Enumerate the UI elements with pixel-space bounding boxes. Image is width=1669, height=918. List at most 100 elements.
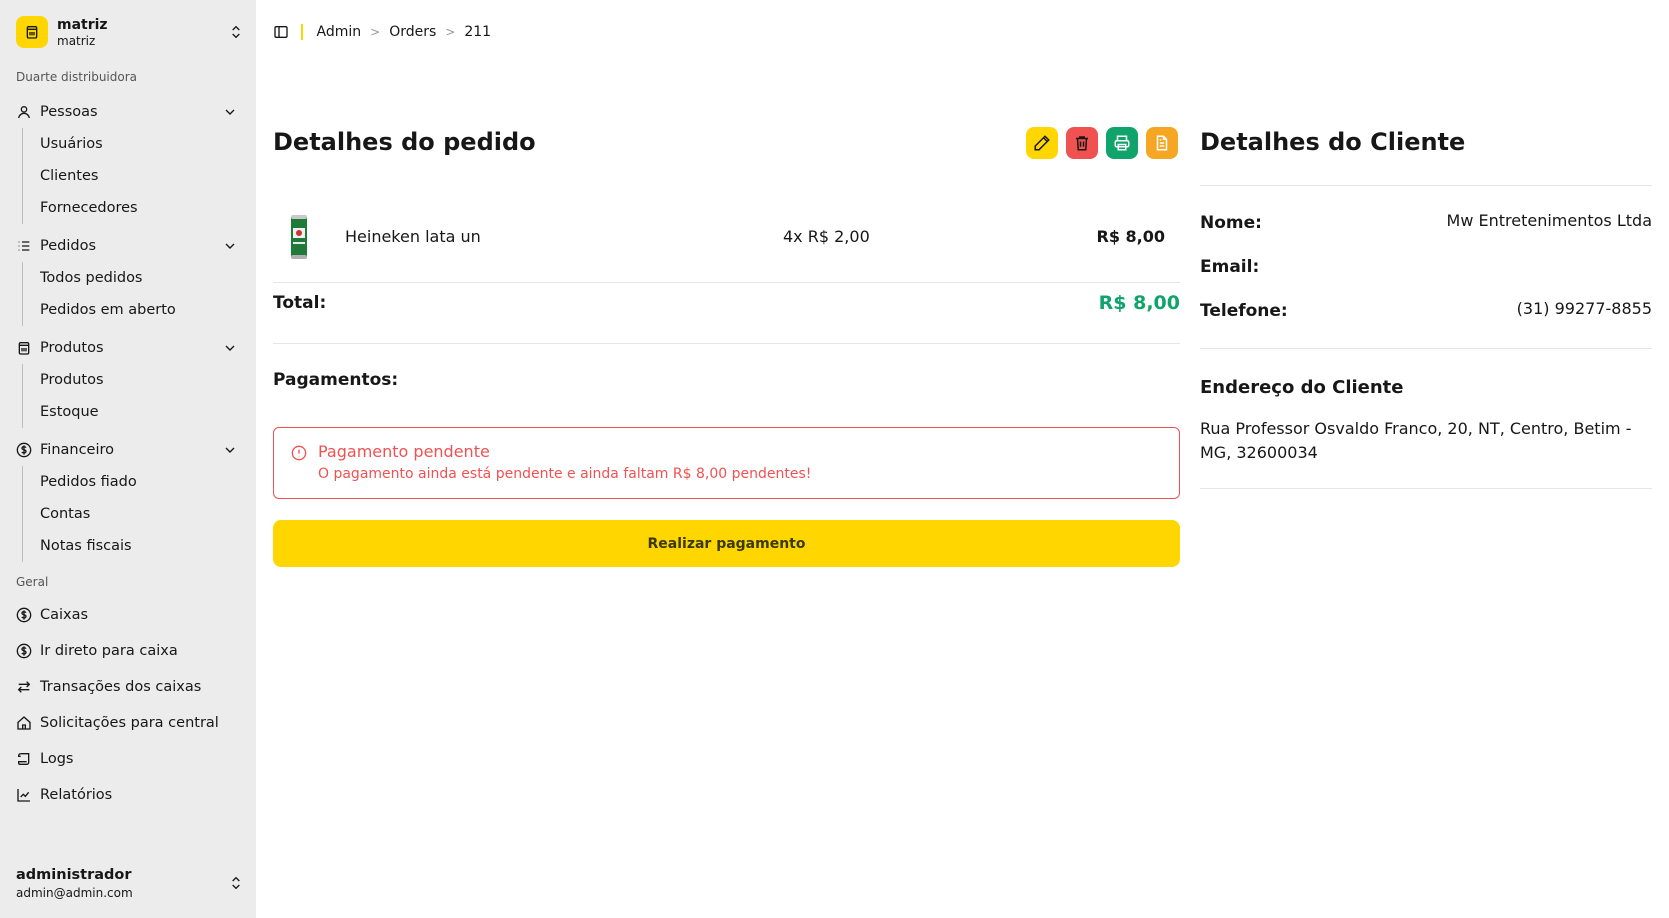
subnav-pessoas: Usuários Clientes Fornecedores bbox=[22, 128, 242, 224]
dollar-circle-icon bbox=[16, 442, 32, 458]
chevron-down-icon bbox=[225, 243, 235, 249]
chevrons-up-down-icon bbox=[232, 876, 240, 890]
total-value: R$ 8,00 bbox=[1098, 292, 1180, 314]
sidebar-item-fornecedores[interactable]: Fornecedores bbox=[23, 192, 242, 224]
alert-title: Pagamento pendente bbox=[318, 442, 490, 461]
sidebar-item-contas[interactable]: Contas bbox=[23, 498, 242, 530]
breadcrumb: Admin > Orders > 211 bbox=[273, 22, 491, 42]
breadcrumb-admin[interactable]: Admin bbox=[317, 24, 362, 40]
nav-group-produtos[interactable]: Produtos bbox=[10, 334, 242, 362]
section-label-company: Duarte distribuidora bbox=[16, 70, 138, 84]
order-item-row: Heineken lata un 4x R$ 2,00 R$ 8,00 bbox=[273, 208, 1180, 268]
sidebar-item-label: Transações dos caixas bbox=[40, 679, 202, 695]
file-text-icon bbox=[1156, 135, 1168, 151]
chart-icon bbox=[16, 787, 32, 803]
payment-pending-alert: Pagamento pendente O pagamento ainda est… bbox=[273, 427, 1180, 499]
make-payment-button[interactable]: Realizar pagamento bbox=[273, 520, 1180, 567]
edit-button[interactable] bbox=[1026, 127, 1058, 159]
client-title: Detalhes do Cliente bbox=[1200, 128, 1466, 156]
sidebar-item-notas-fiscais[interactable]: Notas fiscais bbox=[23, 530, 242, 562]
client-name-value: Mw Entretenimentos Ltda bbox=[1446, 211, 1652, 230]
item-name: Heineken lata un bbox=[345, 227, 481, 246]
subnav-financeiro: Pedidos fiado Contas Notas fiscais bbox=[22, 466, 242, 562]
breadcrumb-orders[interactable]: Orders bbox=[389, 24, 436, 40]
client-name-label: Nome: bbox=[1200, 213, 1262, 233]
chevron-right-icon: > bbox=[445, 25, 456, 39]
nav-group-pessoas[interactable]: Pessoas bbox=[10, 98, 242, 126]
sidebar: matriz matriz Duarte distribuidora Pesso… bbox=[0, 0, 256, 918]
client-phone-label: Telefone: bbox=[1200, 301, 1288, 321]
nav-group-financeiro[interactable]: Financeiro bbox=[10, 436, 242, 464]
sidebar-item-pedidos-fiado[interactable]: Pedidos fiado bbox=[23, 466, 242, 498]
store-logo bbox=[16, 16, 48, 48]
subnav-produtos: Produtos Estoque bbox=[22, 364, 242, 428]
invoice-button[interactable] bbox=[1146, 127, 1178, 159]
divider bbox=[1200, 185, 1652, 186]
arrows-left-right-icon bbox=[16, 679, 32, 695]
chevrons-up-down-icon bbox=[232, 25, 240, 39]
sidebar-item-solicitacoes-para-central[interactable]: Solicitações para central bbox=[10, 709, 242, 737]
sidebar-item-pedidos-em-aberto[interactable]: Pedidos em aberto bbox=[23, 294, 242, 326]
chevron-down-icon bbox=[225, 345, 235, 351]
sidebar-item-produtos[interactable]: Produtos bbox=[23, 364, 242, 396]
chevron-down-icon bbox=[225, 447, 235, 453]
divider bbox=[273, 343, 1180, 344]
sidebar-item-logs[interactable]: Logs bbox=[10, 745, 242, 773]
sidebar-item-ir-direto-para-caixa[interactable]: Ir direto para caixa bbox=[10, 637, 242, 665]
list-icon bbox=[16, 238, 32, 254]
chevron-right-icon: > bbox=[370, 25, 381, 39]
home-icon bbox=[16, 715, 32, 731]
user-icon bbox=[16, 104, 32, 120]
client-phone-value: (31) 99277-8855 bbox=[1516, 299, 1652, 318]
sidebar-item-label: Solicitações para central bbox=[40, 715, 219, 731]
breadcrumb-current: 211 bbox=[464, 24, 492, 40]
scroll-icon bbox=[16, 751, 32, 767]
payments-label: Pagamentos: bbox=[273, 370, 399, 390]
sidebar-item-label: Ir direto para caixa bbox=[40, 643, 178, 659]
divider bbox=[1200, 488, 1652, 489]
user-email: admin@admin.com bbox=[16, 885, 133, 900]
order-actions bbox=[1026, 127, 1178, 159]
divider bbox=[273, 282, 1180, 283]
nav-group-label: Financeiro bbox=[40, 442, 115, 458]
sidebar-item-todos-pedidos[interactable]: Todos pedidos bbox=[23, 262, 242, 294]
sidebar-item-label: Caixas bbox=[40, 607, 89, 623]
client-email-label: Email: bbox=[1200, 257, 1260, 277]
printer-icon bbox=[1114, 135, 1130, 151]
divider bbox=[301, 24, 303, 40]
delete-button[interactable] bbox=[1066, 127, 1098, 159]
package-icon bbox=[26, 25, 38, 39]
print-button[interactable] bbox=[1106, 127, 1138, 159]
pencil-icon bbox=[1034, 135, 1050, 151]
store-subtitle: matriz bbox=[57, 33, 96, 48]
sidebar-item-caixas[interactable]: Caixas bbox=[10, 601, 242, 629]
item-total: R$ 8,00 bbox=[1096, 227, 1166, 246]
package-icon bbox=[16, 340, 32, 356]
product-image bbox=[291, 215, 307, 259]
nav-group-label: Produtos bbox=[40, 340, 104, 356]
store-switcher[interactable]: matriz matriz bbox=[16, 15, 244, 49]
client-address: Rua Professor Osvaldo Franco, 20, NT, Ce… bbox=[1200, 419, 1632, 462]
nav-group-label: Pessoas bbox=[40, 104, 98, 120]
sidebar-item-usuarios[interactable]: Usuários bbox=[23, 128, 242, 160]
alert-circle-icon bbox=[291, 445, 307, 461]
sidebar-item-label: Logs bbox=[40, 751, 74, 767]
sidebar-item-estoque[interactable]: Estoque bbox=[23, 396, 242, 428]
sidebar-toggle-icon[interactable] bbox=[273, 24, 289, 40]
dollar-circle-icon bbox=[16, 607, 32, 623]
nav-group-pedidos[interactable]: Pedidos bbox=[10, 232, 242, 260]
store-name: matriz bbox=[57, 16, 108, 33]
dollar-circle-icon bbox=[16, 643, 32, 659]
sidebar-item-relatorios[interactable]: Relatórios bbox=[10, 781, 242, 809]
sidebar-item-transacoes-dos-caixas[interactable]: Transações dos caixas bbox=[10, 673, 242, 701]
user-menu[interactable]: administrador admin@admin.com bbox=[16, 868, 244, 899]
item-quantity: 4x R$ 2,00 bbox=[783, 227, 870, 246]
divider bbox=[1200, 348, 1652, 349]
sidebar-item-label: Relatórios bbox=[40, 787, 113, 803]
sidebar-item-clientes[interactable]: Clientes bbox=[23, 160, 242, 192]
section-label-general: Geral bbox=[16, 575, 49, 589]
alert-description: O pagamento ainda está pendente e ainda … bbox=[318, 466, 812, 482]
subnav-pedidos: Todos pedidos Pedidos em aberto bbox=[22, 262, 242, 326]
order-title: Detalhes do pedido bbox=[273, 128, 536, 156]
chevron-down-icon bbox=[225, 109, 235, 115]
